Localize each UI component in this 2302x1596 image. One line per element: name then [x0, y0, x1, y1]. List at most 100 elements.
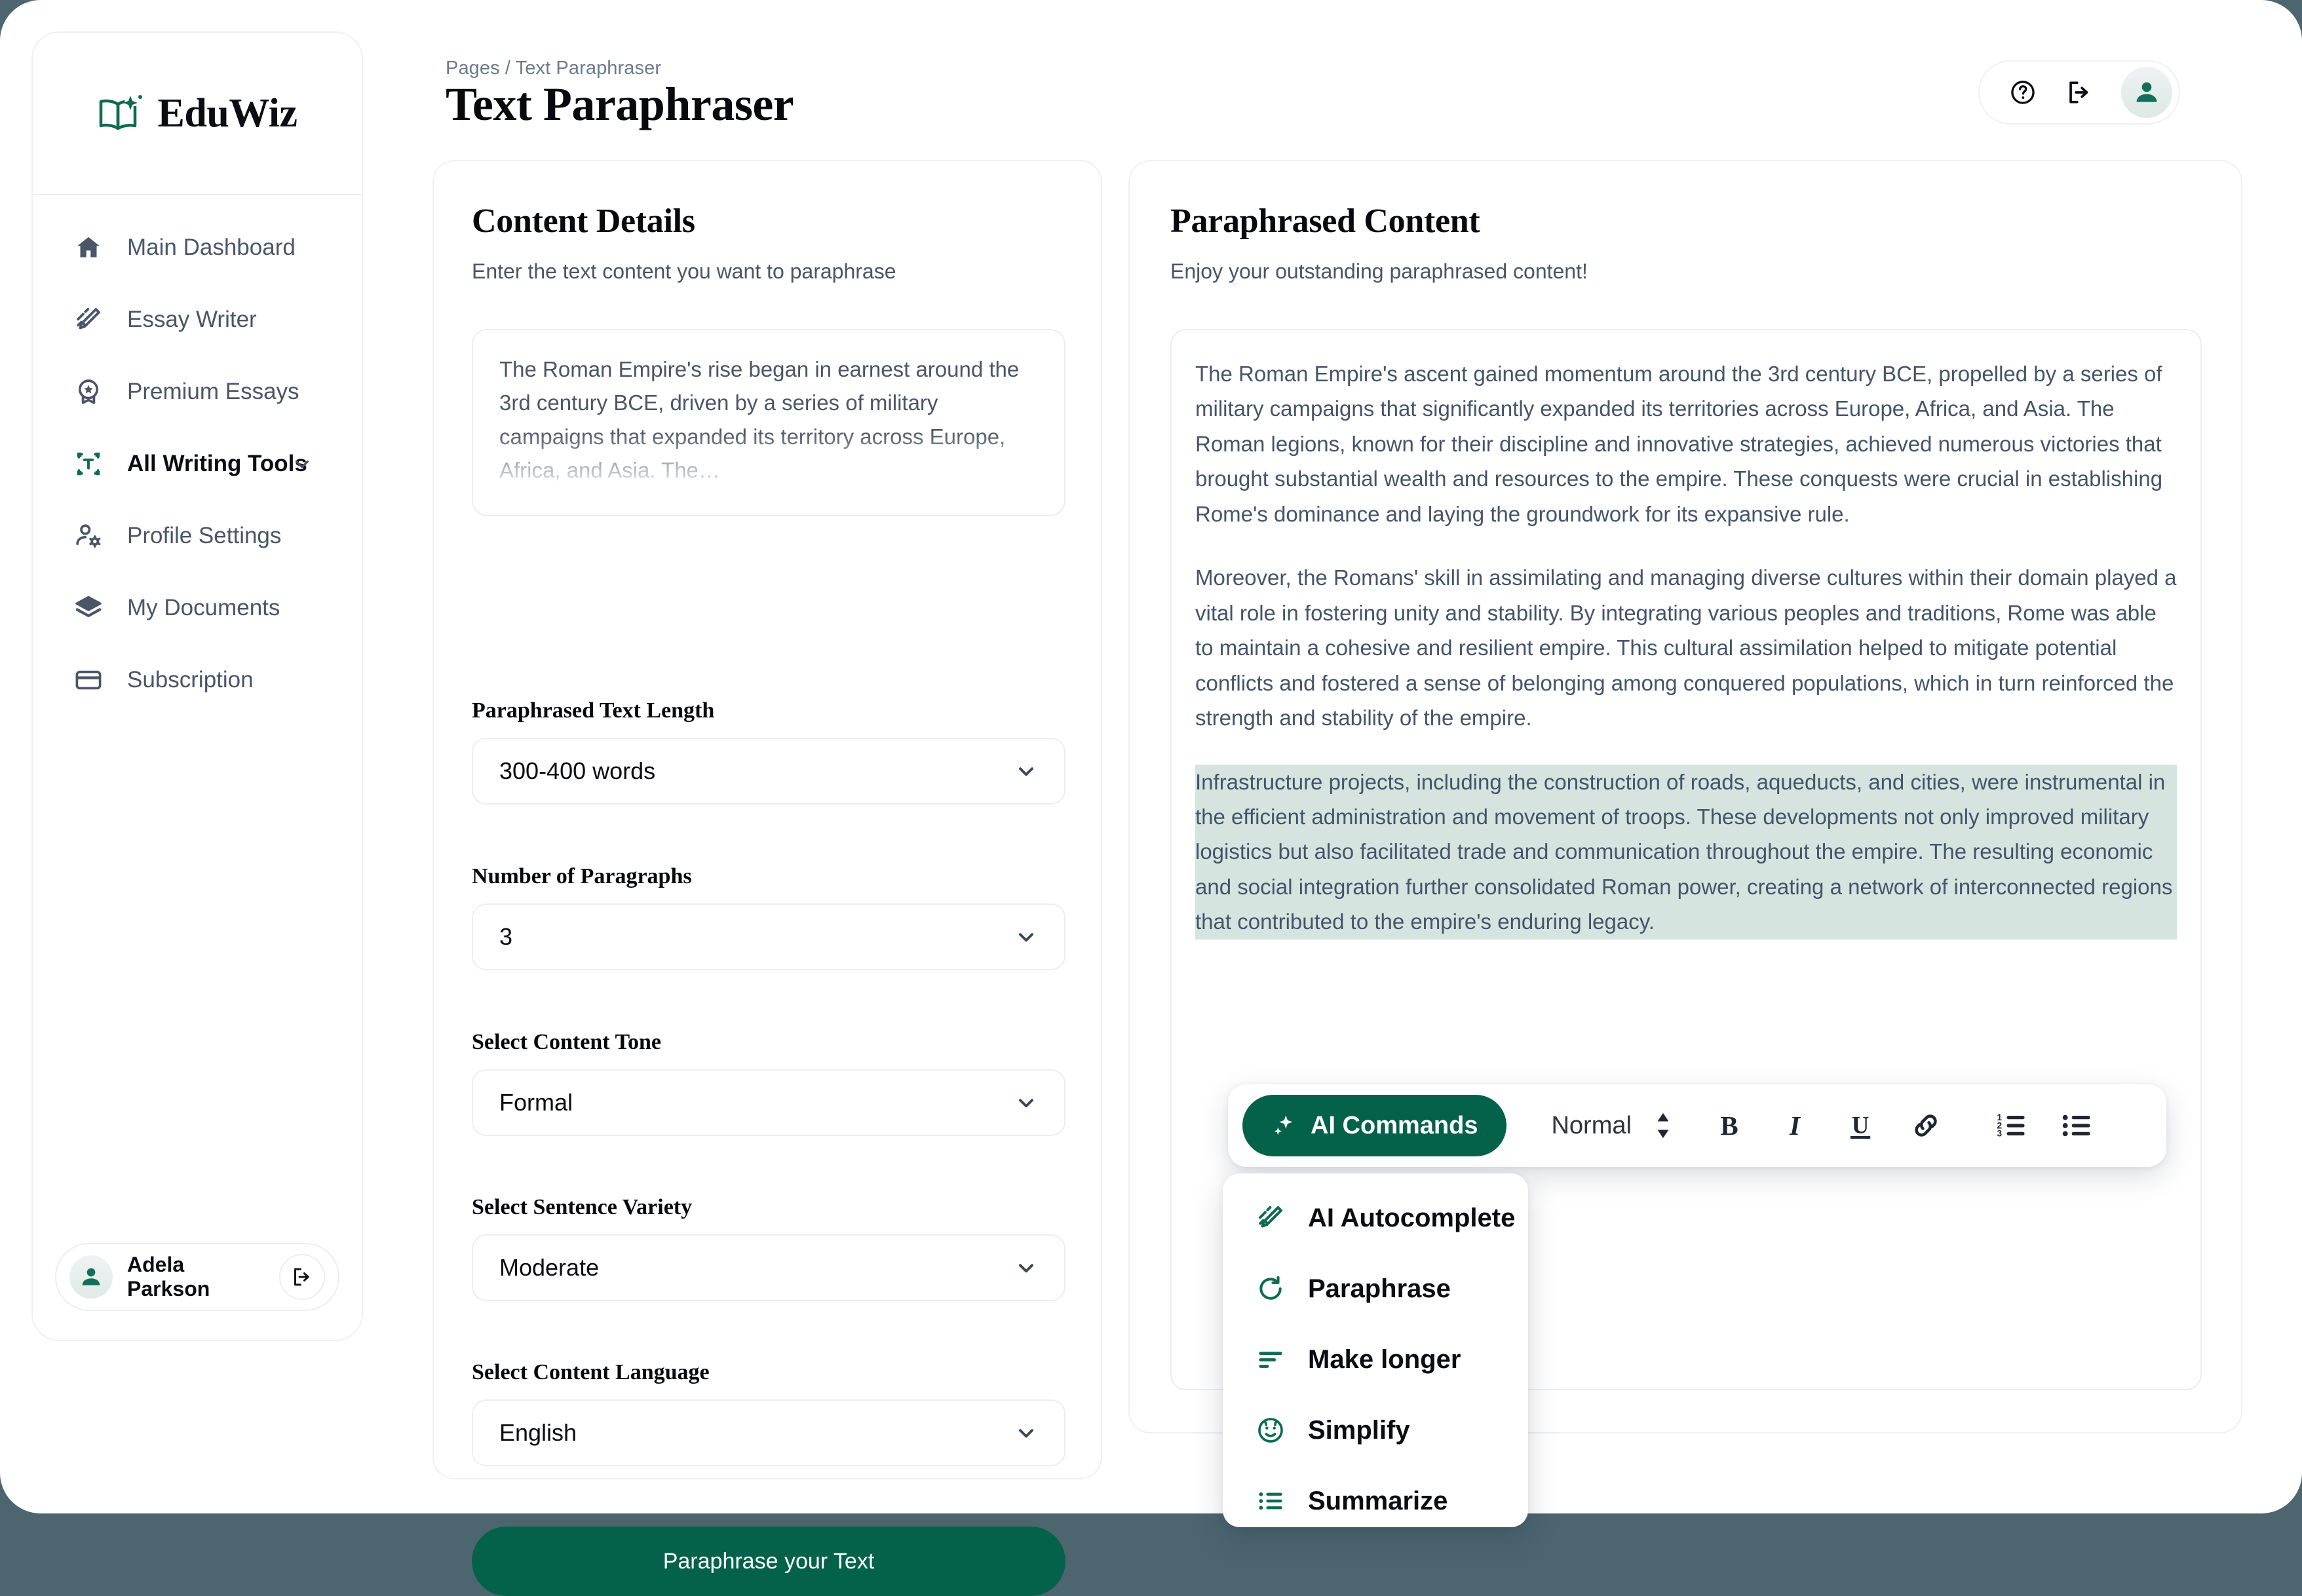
content-details-subtitle: Enter the text content you want to parap… [472, 259, 896, 283]
svg-text:I: I [1789, 1111, 1801, 1141]
field-paragraph-count: Number of Paragraphs 3 [472, 864, 1065, 970]
text-length-select[interactable]: 300-400 words [472, 738, 1065, 805]
chevron-down-icon[interactable] [291, 453, 313, 475]
text-frame-icon [73, 449, 104, 479]
select-value: English [499, 1419, 577, 1446]
credit-card-icon [73, 665, 104, 695]
sidebar-item-essay-writer[interactable]: Essay Writer [58, 296, 337, 343]
field-label: Select Sentence Variety [472, 1195, 693, 1219]
align-left-icon [1256, 1344, 1286, 1375]
svg-text:3: 3 [1997, 1128, 2002, 1139]
ai-menu-label: Make longer [1308, 1344, 1461, 1374]
brand[interactable]: EduWiz [33, 33, 362, 195]
ai-menu-label: Simplify [1308, 1415, 1410, 1445]
breadcrumb[interactable]: Pages / Text Paraphraser [446, 58, 661, 79]
paraphrased-paragraph-highlighted: Infrastructure projects, including the c… [1195, 764, 2177, 940]
sidebar-item-main-dashboard[interactable]: Main Dashboard [58, 224, 337, 271]
sparkle-icon [1271, 1112, 1297, 1139]
sidebar-item-label: Essay Writer [127, 307, 257, 332]
bold-button[interactable]: B [1712, 1108, 1747, 1143]
select-value: 3 [499, 923, 513, 950]
sidebar-nav: Main Dashboard Essay Writer Premium Essa… [33, 195, 362, 704]
select-value: Formal [499, 1089, 573, 1116]
content-tone-select[interactable]: Formal [472, 1069, 1065, 1136]
block-style-value: Normal [1551, 1111, 1632, 1139]
magic-pencil-icon [1256, 1203, 1286, 1233]
field-content-language: Select Content Language English [472, 1360, 1065, 1466]
ai-commands-menu: AI Autocomplete Paraphrase Make longer S… [1223, 1173, 1528, 1527]
home-icon [73, 233, 104, 263]
ai-menu-item-make-longer[interactable]: Make longer [1223, 1337, 1528, 1382]
page-title: Text Paraphraser [446, 78, 794, 130]
brand-name: EduWiz [157, 90, 297, 136]
sidebar-item-all-writing-tools[interactable]: All Writing Tools [58, 440, 337, 487]
ai-menu-label: Summarize [1308, 1486, 1448, 1515]
ai-menu-label: Paraphrase [1308, 1274, 1451, 1303]
magic-pencil-icon [73, 305, 104, 335]
sidebar-item-label: Profile Settings [127, 523, 282, 548]
sidebar-user-card[interactable]: Adela Parkson [55, 1243, 339, 1311]
up-down-arrows-icon [1654, 1111, 1672, 1141]
header-actions [1978, 60, 2180, 124]
select-value: Moderate [499, 1254, 600, 1281]
sidebar-item-premium-essays[interactable]: Premium Essays [58, 368, 337, 415]
field-label: Number of Paragraphs [472, 864, 692, 888]
app-root: EduWiz Main Dashboard Essay Writer Premi… [0, 0, 2302, 1596]
sidebar-item-profile-settings[interactable]: Profile Settings [58, 512, 337, 560]
source-text-input[interactable]: The Roman Empire's rise began in earnest… [472, 329, 1065, 516]
refresh-icon [1256, 1274, 1286, 1304]
field-text-length: Paraphrased Text Length 300-400 words [472, 698, 1065, 805]
field-content-tone: Select Content Tone Formal [472, 1030, 1065, 1136]
content-details-title: Content Details [472, 202, 695, 240]
ai-commands-button[interactable]: AI Commands [1242, 1095, 1507, 1156]
svg-text:U: U [1852, 1111, 1870, 1138]
content-details-panel: Content Details Enter the text content y… [432, 160, 1102, 1596]
chevron-down-icon [1014, 1421, 1038, 1445]
underline-button[interactable]: U [1843, 1108, 1878, 1143]
bullet-list-button[interactable] [2059, 1108, 2094, 1143]
chevron-down-icon [1014, 1256, 1038, 1280]
field-label: Select Content Tone [472, 1030, 661, 1054]
paraphrased-subtitle: Enjoy your outstanding paraphrased conte… [1170, 259, 1588, 283]
sidebar-item-my-documents[interactable]: My Documents [58, 584, 337, 632]
ai-menu-label: AI Autocomplete [1308, 1203, 1516, 1232]
source-text-value: The Roman Empire's rise began in earnest… [499, 357, 1020, 483]
sidebar: EduWiz Main Dashboard Essay Writer Premi… [31, 31, 363, 1341]
sidebar-user-name: Adela Parkson [127, 1253, 210, 1301]
chevron-down-icon [1014, 759, 1038, 783]
list-icon [1256, 1486, 1286, 1516]
paragraph-count-select[interactable]: 3 [472, 903, 1065, 970]
header-avatar[interactable] [2121, 67, 2172, 118]
field-label: Paraphrased Text Length [472, 698, 715, 723]
award-star-icon [73, 377, 104, 407]
paraphrased-title: Paraphrased Content [1170, 202, 1480, 240]
paraphrased-paragraph: Moreover, the Romans' skill in assimilat… [1195, 565, 2177, 731]
paraphrase-submit-button[interactable]: Paraphrase your Text [472, 1527, 1065, 1596]
ai-menu-item-ai-autocomplete[interactable]: AI Autocomplete [1223, 1196, 1528, 1240]
list-format-group: 123 [1993, 1108, 2094, 1143]
ordered-list-button[interactable]: 123 [1993, 1108, 2029, 1143]
svg-text:B: B [1720, 1111, 1738, 1141]
sidebar-item-label: Premium Essays [127, 379, 299, 404]
field-label: Select Content Language [472, 1360, 710, 1384]
editor-toolbar: AI Commands Normal B I U 1 2 3 [1228, 1084, 2166, 1167]
question-circle-icon[interactable] [2008, 78, 2037, 107]
field-sentence-variety: Select Sentence Variety Moderate [472, 1195, 1065, 1301]
avatar [69, 1255, 113, 1299]
sentence-variety-select[interactable]: Moderate [472, 1234, 1065, 1301]
ai-menu-item-paraphrase[interactable]: Paraphrase [1223, 1266, 1528, 1311]
header-logout-icon[interactable] [2065, 78, 2094, 107]
ai-menu-item-summarize[interactable]: Summarize [1223, 1479, 1528, 1523]
content-language-select[interactable]: English [472, 1399, 1065, 1466]
sidebar-item-label: Main Dashboard [127, 235, 296, 260]
italic-button[interactable]: I [1777, 1108, 1813, 1143]
text-format-group: B I U [1712, 1108, 1944, 1143]
paraphrased-paragraph: The Roman Empire's ascent gained momentu… [1195, 362, 2163, 526]
ai-menu-item-simplify[interactable]: Simplify [1223, 1408, 1528, 1453]
sidebar-item-subscription[interactable]: Subscription [58, 656, 337, 704]
layers-icon [73, 593, 104, 623]
select-value: 300-400 words [499, 757, 656, 784]
sidebar-logout-button[interactable] [279, 1254, 325, 1300]
link-button[interactable] [1908, 1108, 1944, 1143]
block-style-select[interactable]: Normal [1551, 1111, 1672, 1141]
